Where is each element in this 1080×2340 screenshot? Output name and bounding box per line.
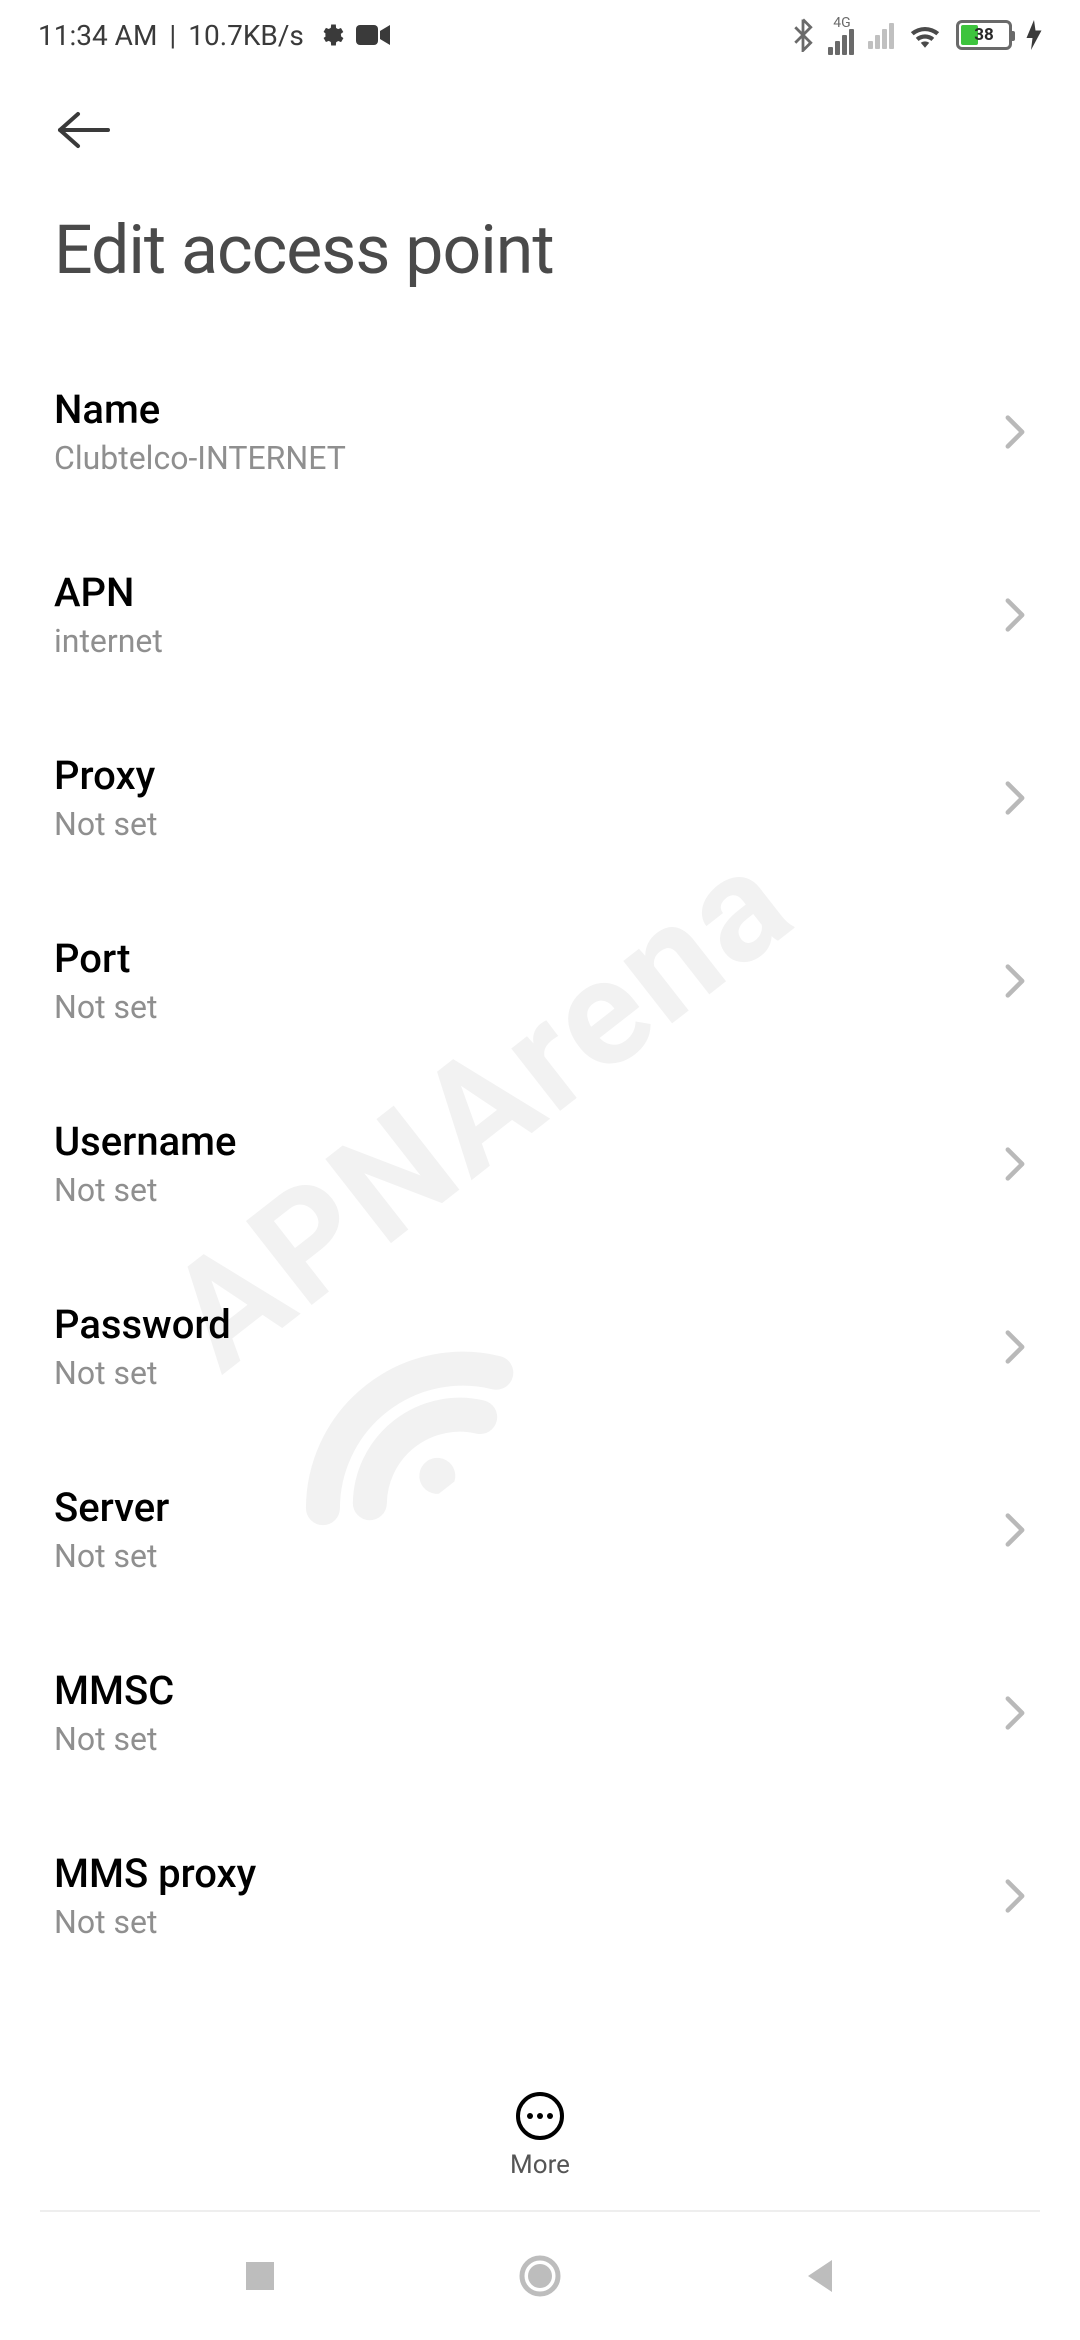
- chevron-right-icon: [1004, 963, 1026, 999]
- video-icon: [356, 23, 390, 47]
- bluetooth-icon: [792, 18, 814, 52]
- setting-label: MMSC: [54, 1667, 174, 1714]
- more-label: More: [510, 2150, 570, 2180]
- setting-row-server[interactable]: Server Not set: [54, 1438, 1026, 1621]
- signal-4g: 4G: [828, 15, 854, 55]
- wifi-icon: [908, 21, 942, 49]
- nav-home-button[interactable]: [512, 2248, 568, 2304]
- setting-value: Not set: [54, 805, 157, 843]
- setting-value: Not set: [54, 1537, 169, 1575]
- setting-row-username[interactable]: Username Not set: [54, 1072, 1026, 1255]
- status-netspeed: 10.7KB/s: [188, 19, 304, 52]
- setting-value: Not set: [54, 1720, 174, 1758]
- setting-label: Proxy: [54, 752, 157, 799]
- chevron-right-icon: [1004, 1329, 1026, 1365]
- chevron-right-icon: [1004, 1512, 1026, 1548]
- setting-row-apn[interactable]: APN internet: [54, 523, 1026, 706]
- setting-label: Port: [54, 935, 157, 982]
- charging-icon: [1026, 20, 1042, 50]
- gear-icon: [316, 21, 344, 49]
- chevron-right-icon: [1004, 414, 1026, 450]
- page-title: Edit access point: [0, 170, 1080, 340]
- status-time: 11:34 AM: [38, 19, 157, 52]
- setting-row-mmsc[interactable]: MMSC Not set: [54, 1621, 1026, 1804]
- system-nav-bar: [0, 2212, 1080, 2340]
- setting-row-password[interactable]: Password Not set: [54, 1255, 1026, 1438]
- setting-label: Password: [54, 1301, 231, 1348]
- setting-value: Not set: [54, 1903, 256, 1941]
- more-button[interactable]: More: [510, 2092, 570, 2180]
- signal-nosim-icon: [868, 21, 894, 49]
- setting-value: internet: [54, 622, 163, 660]
- status-separator: |: [169, 19, 176, 52]
- setting-value: Clubtelco-INTERNET: [54, 439, 346, 477]
- setting-row-name[interactable]: Name Clubtelco-INTERNET: [54, 340, 1026, 523]
- setting-label: MMS proxy: [54, 1850, 256, 1897]
- settings-list: Name Clubtelco-INTERNET APN internet Pro…: [0, 340, 1080, 1987]
- chevron-right-icon: [1004, 1878, 1026, 1914]
- setting-row-proxy[interactable]: Proxy Not set: [54, 706, 1026, 889]
- setting-value: Not set: [54, 1354, 231, 1392]
- setting-label: APN: [54, 569, 163, 616]
- setting-label: Name: [54, 386, 346, 433]
- back-button[interactable]: [54, 100, 114, 160]
- nav-back-button[interactable]: [792, 2248, 848, 2304]
- bottom-toolbar: More: [0, 2062, 1080, 2210]
- setting-row-port[interactable]: Port Not set: [54, 889, 1026, 1072]
- setting-value: Not set: [54, 1171, 236, 1209]
- chevron-right-icon: [1004, 1146, 1026, 1182]
- app-bar: [0, 70, 1080, 170]
- status-bar: 11:34 AM | 10.7KB/s 4G 3: [0, 0, 1080, 70]
- setting-label: Server: [54, 1484, 169, 1531]
- battery-icon: 38: [956, 20, 1012, 50]
- more-icon: [516, 2092, 564, 2140]
- nav-recent-button[interactable]: [232, 2248, 288, 2304]
- setting-value: Not set: [54, 988, 157, 1026]
- setting-row-mms-proxy[interactable]: MMS proxy Not set: [54, 1804, 1026, 1987]
- chevron-right-icon: [1004, 1695, 1026, 1731]
- setting-label: Username: [54, 1118, 236, 1165]
- chevron-right-icon: [1004, 597, 1026, 633]
- chevron-right-icon: [1004, 780, 1026, 816]
